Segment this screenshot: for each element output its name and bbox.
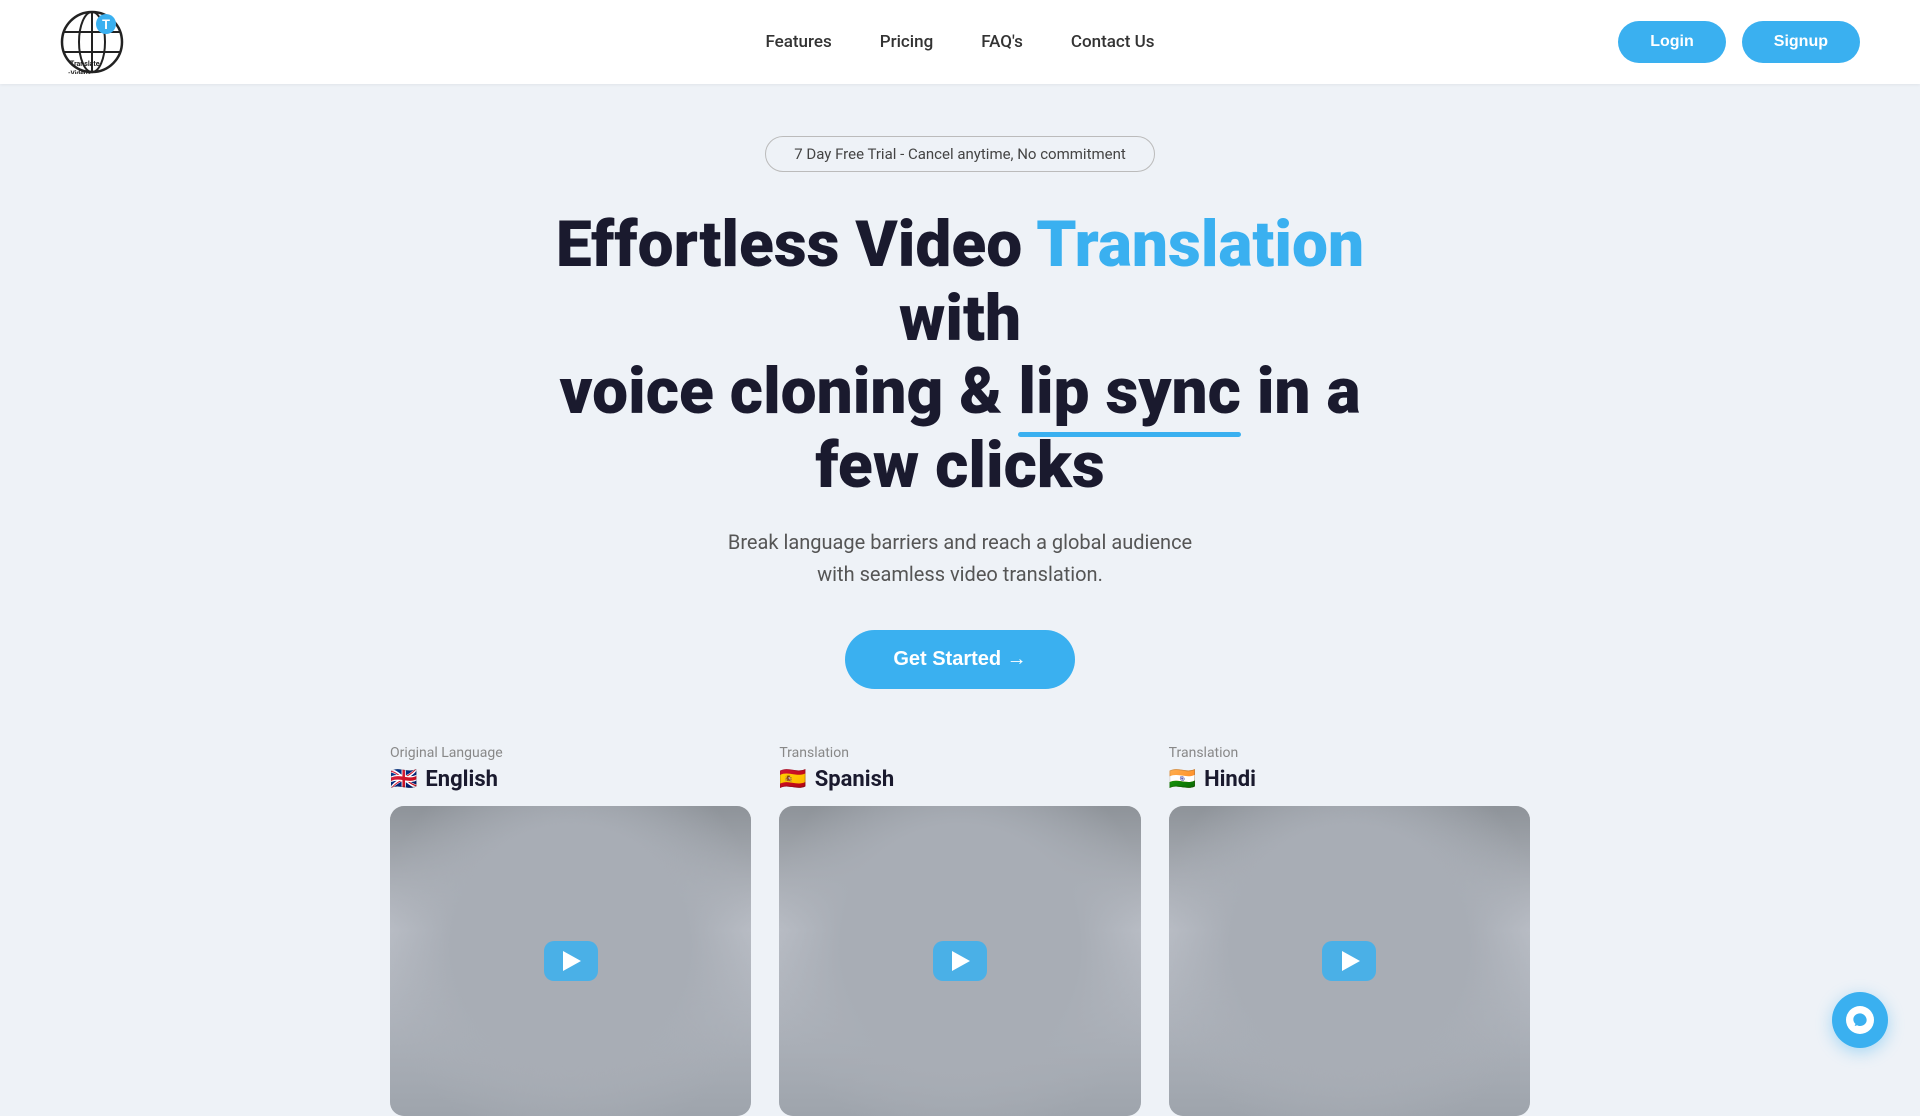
nav-contact[interactable]: Contact Us — [1071, 32, 1155, 52]
hero-title-line2: voice cloning & lip sync in a few clicks — [560, 354, 1361, 503]
video-label-hindi: Translation — [1169, 745, 1530, 761]
nav-pricing[interactable]: Pricing — [880, 32, 934, 52]
navigation: T Translate -Videos- Features Pricing FA… — [0, 0, 1920, 84]
nav-actions: Login Signup — [1618, 21, 1860, 63]
flag-uk: 🇬🇧 — [390, 767, 417, 792]
trial-badge: 7 Day Free Trial - Cancel anytime, No co… — [765, 136, 1155, 172]
video-col-english: Original Language 🇬🇧 English — [390, 745, 751, 1116]
logo[interactable]: T Translate -Videos- — [60, 10, 124, 74]
video-columns: Original Language 🇬🇧 English Translation… — [390, 745, 1530, 1116]
nav-features[interactable]: Features — [765, 32, 831, 52]
hero-title-underline: lip sync — [1018, 355, 1241, 429]
language-hindi: Hindi — [1204, 767, 1256, 792]
hero-subtitle: Break language barriers and reach a glob… — [728, 526, 1192, 590]
hero-title-highlight: Translation — [1036, 207, 1364, 282]
svg-text:-Videos-: -Videos- — [68, 69, 94, 74]
video-lang-hindi: 🇮🇳 Hindi — [1169, 767, 1530, 792]
video-col-spanish: Translation 🇪🇸 Spanish — [779, 745, 1140, 1116]
play-icon-hindi — [1342, 951, 1360, 971]
video-thumb-hindi[interactable] — [1169, 806, 1530, 1116]
play-button-english[interactable] — [544, 941, 598, 981]
video-col-hindi: Translation 🇮🇳 Hindi — [1169, 745, 1530, 1116]
play-icon-english — [563, 951, 581, 971]
video-lang-english: 🇬🇧 English — [390, 767, 751, 792]
video-label-english: Original Language — [390, 745, 751, 761]
chat-widget[interactable] — [1832, 992, 1888, 1048]
nav-links: Features Pricing FAQ's Contact Us — [765, 32, 1154, 52]
chat-icon — [1846, 1006, 1874, 1034]
video-section: Original Language 🇬🇧 English Translation… — [0, 745, 1920, 1116]
video-label-spanish: Translation — [779, 745, 1140, 761]
play-icon-spanish — [952, 951, 970, 971]
language-english: English — [425, 767, 498, 792]
video-thumb-spanish[interactable] — [779, 806, 1140, 1116]
hero-title-part2: with — [899, 281, 1021, 356]
flag-spain: 🇪🇸 — [779, 767, 806, 792]
svg-text:T: T — [102, 18, 110, 33]
language-spanish: Spanish — [815, 767, 894, 792]
nav-faq[interactable]: FAQ's — [981, 32, 1023, 52]
flag-india: 🇮🇳 — [1169, 767, 1196, 792]
play-button-spanish[interactable] — [933, 941, 987, 981]
video-lang-spanish: 🇪🇸 Spanish — [779, 767, 1140, 792]
video-thumb-english[interactable] — [390, 806, 751, 1116]
play-button-hindi[interactable] — [1322, 941, 1376, 981]
signup-button[interactable]: Signup — [1742, 21, 1860, 63]
get-started-button[interactable]: Get Started → — [845, 630, 1074, 689]
login-button[interactable]: Login — [1618, 21, 1726, 63]
hero-section: 7 Day Free Trial - Cancel anytime, No co… — [0, 84, 1920, 745]
hero-title: Effortless Video Translation with voice … — [510, 208, 1410, 502]
hero-title-part1: Effortless Video — [556, 207, 1036, 282]
svg-text:Translate: Translate — [70, 60, 100, 68]
